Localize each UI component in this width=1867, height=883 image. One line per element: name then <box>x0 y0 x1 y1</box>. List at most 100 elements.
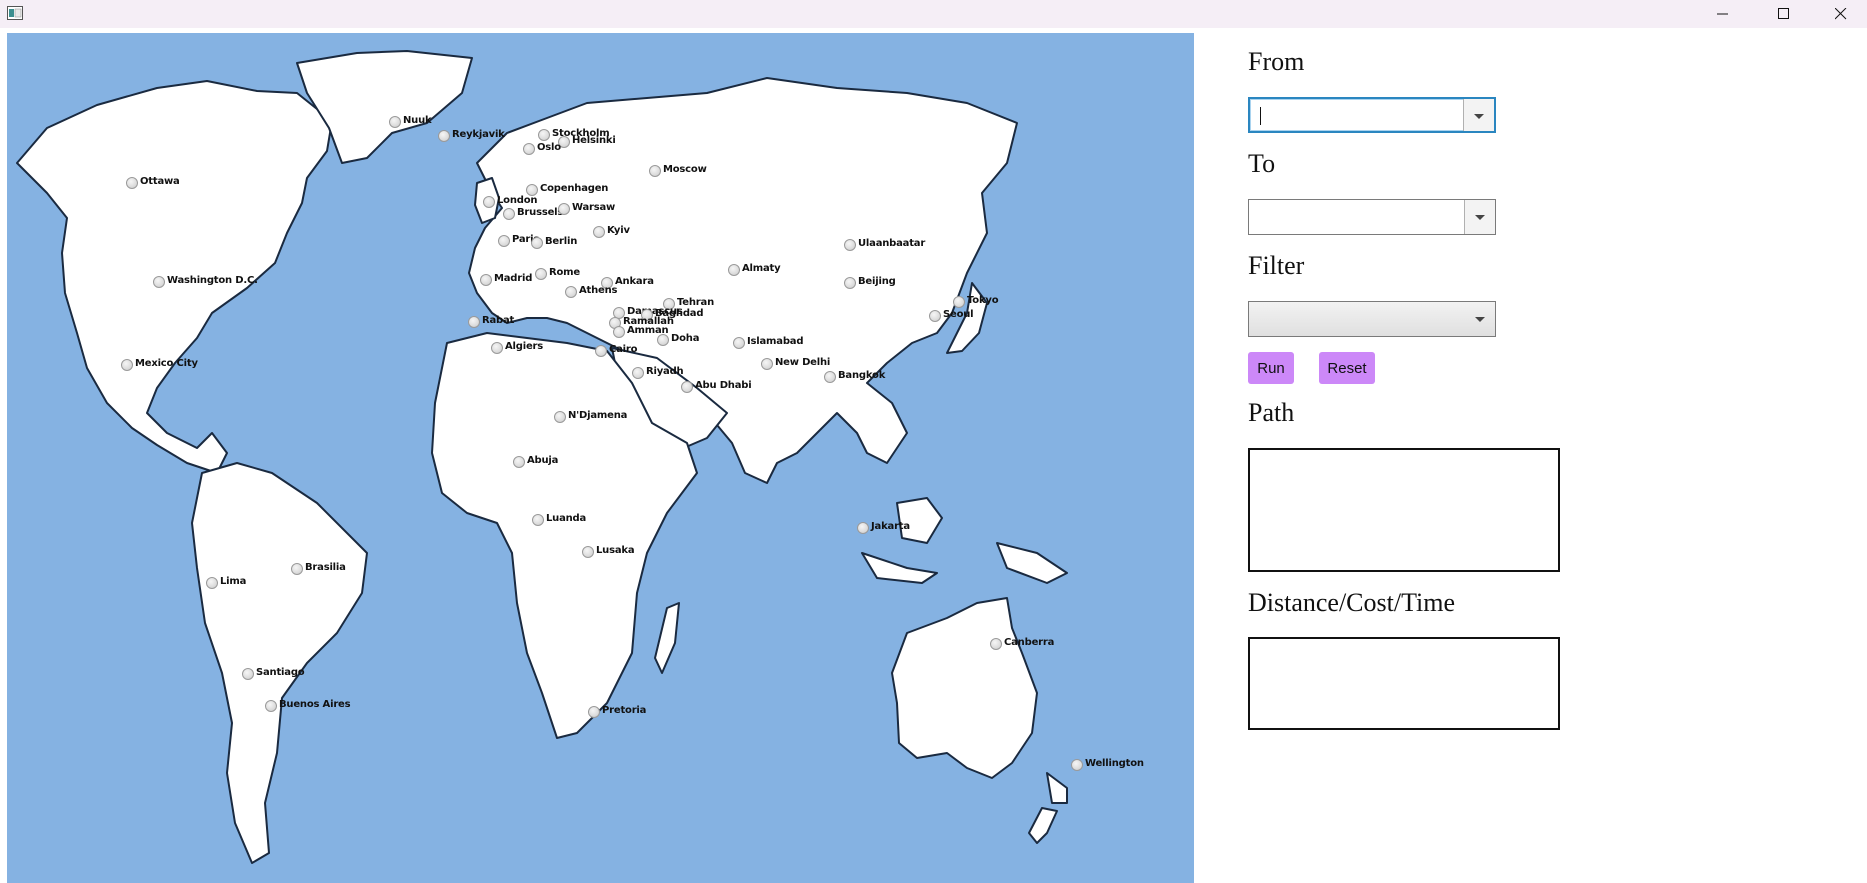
city-dot-icon[interactable] <box>483 196 495 208</box>
city-dot-icon[interactable] <box>990 638 1002 650</box>
city-dot-icon[interactable] <box>613 326 625 338</box>
city-dot-icon[interactable] <box>498 235 510 247</box>
indonesia-landmass <box>861 552 938 584</box>
city-dot-icon[interactable] <box>1071 759 1083 771</box>
new-zealand-south-landmass <box>1028 807 1058 844</box>
filter-dropdown-arrow-icon[interactable] <box>1465 302 1495 336</box>
city-label: Rabat <box>482 315 515 326</box>
new-guinea-landmass <box>996 542 1068 584</box>
filter-select[interactable] <box>1248 301 1496 337</box>
window-title-bar <box>0 0 1867 28</box>
city-label: Ankara <box>615 276 654 287</box>
city-dot-icon[interactable] <box>242 668 254 680</box>
city-label: New Delhi <box>775 357 831 368</box>
city-dot-icon[interactable] <box>657 334 669 346</box>
city-dot-icon[interactable] <box>206 577 218 589</box>
world-map-land <box>16 50 1068 864</box>
city-dot-icon[interactable] <box>532 514 544 526</box>
minimize-button[interactable] <box>1694 0 1752 28</box>
city-label: Berlin <box>545 236 578 247</box>
city-dot-icon[interactable] <box>291 563 303 575</box>
from-dropdown-arrow-icon[interactable] <box>1463 99 1494 131</box>
city-dot-icon[interactable] <box>480 274 492 286</box>
city-dot-icon[interactable] <box>554 411 566 423</box>
city-label: Warsaw <box>572 202 616 213</box>
city-label: Abu Dhabi <box>695 380 752 391</box>
city-label: Brasilia <box>305 562 346 573</box>
city-dot-icon[interactable] <box>513 456 525 468</box>
from-combobox[interactable] <box>1248 97 1496 133</box>
city-dot-icon[interactable] <box>844 277 856 289</box>
city-label: Beijing <box>858 276 896 287</box>
world-map[interactable]: Nuuk Reykjavik Stockholm Helsinki Oslo Moscow… <box>7 33 1194 883</box>
city-label: Copenhagen <box>540 183 609 194</box>
city-dot-icon[interactable] <box>389 116 401 128</box>
city-dot-icon[interactable] <box>265 700 277 712</box>
city-dot-icon[interactable] <box>558 203 570 215</box>
city-dot-icon[interactable] <box>438 130 450 142</box>
run-button[interactable]: Run <box>1248 352 1294 384</box>
city-label: Riyadh <box>646 366 684 377</box>
city-label: Bangkok <box>838 370 886 381</box>
city-dot-icon[interactable] <box>565 286 577 298</box>
city-dot-icon[interactable] <box>595 345 607 357</box>
city-dot-icon[interactable] <box>538 129 550 141</box>
city-dot-icon[interactable] <box>728 264 740 276</box>
city-label: Luanda <box>546 513 587 524</box>
city-label: Rome <box>549 267 580 278</box>
australia-landmass <box>891 597 1038 779</box>
city-label: Brussels <box>517 207 564 218</box>
city-label: Mexico City <box>135 358 198 369</box>
app-icon <box>7 6 23 20</box>
city-dot-icon[interactable] <box>503 208 515 220</box>
city-dot-icon[interactable] <box>121 359 133 371</box>
city-dot-icon[interactable] <box>126 177 138 189</box>
city-dot-icon[interactable] <box>733 337 745 349</box>
city-label: Tokyo <box>967 295 999 306</box>
city-dot-icon[interactable] <box>531 237 543 249</box>
maximize-button[interactable] <box>1755 0 1813 28</box>
city-dot-icon[interactable] <box>824 371 836 383</box>
city-dot-icon[interactable] <box>491 342 503 354</box>
city-dot-icon[interactable] <box>523 143 535 155</box>
city-label: Lima <box>220 576 247 587</box>
city-label: Algiers <box>505 341 544 352</box>
city-dot-icon[interactable] <box>153 276 165 288</box>
distance-output[interactable] <box>1248 637 1560 730</box>
city-label: Kyiv <box>607 225 630 236</box>
path-output[interactable] <box>1248 448 1560 572</box>
city-label: Doha <box>671 333 700 344</box>
to-dropdown-arrow-icon[interactable] <box>1464 200 1495 234</box>
city-dot-icon[interactable] <box>588 706 600 718</box>
reset-button[interactable]: Reset <box>1319 352 1375 384</box>
city-dot-icon[interactable] <box>649 165 661 177</box>
city-dot-icon[interactable] <box>632 367 644 379</box>
city-dot-icon[interactable] <box>761 358 773 370</box>
city-label: Santiago <box>256 667 305 678</box>
city-dot-icon[interactable] <box>929 310 941 322</box>
from-label: From <box>1248 47 1305 76</box>
new-zealand-landmass <box>1046 772 1068 804</box>
to-input[interactable] <box>1255 204 1459 230</box>
city-dot-icon[interactable] <box>844 239 856 251</box>
city-dot-icon[interactable] <box>593 226 605 238</box>
city-dot-icon[interactable] <box>468 316 480 328</box>
from-input[interactable] <box>1256 103 1460 129</box>
text-caret <box>1260 107 1261 125</box>
city-dot-icon[interactable] <box>857 522 869 534</box>
close-button[interactable] <box>1812 0 1867 28</box>
to-combobox[interactable] <box>1248 199 1496 235</box>
maximize-icon <box>1778 8 1789 19</box>
city-dot-icon[interactable] <box>535 268 547 280</box>
city-dot-icon[interactable] <box>953 296 965 308</box>
city-label: Cairo <box>609 344 638 355</box>
city-label: Helsinki <box>572 135 616 146</box>
city-label: London <box>497 195 538 206</box>
city-label: Athens <box>579 285 618 296</box>
city-dot-icon[interactable] <box>582 546 594 558</box>
city-label: Ulaanbaatar <box>858 238 926 249</box>
to-label: To <box>1248 149 1276 178</box>
city-label: Seoul <box>943 309 974 320</box>
city-dot-icon[interactable] <box>681 381 693 393</box>
city-label: Madrid <box>494 273 533 284</box>
